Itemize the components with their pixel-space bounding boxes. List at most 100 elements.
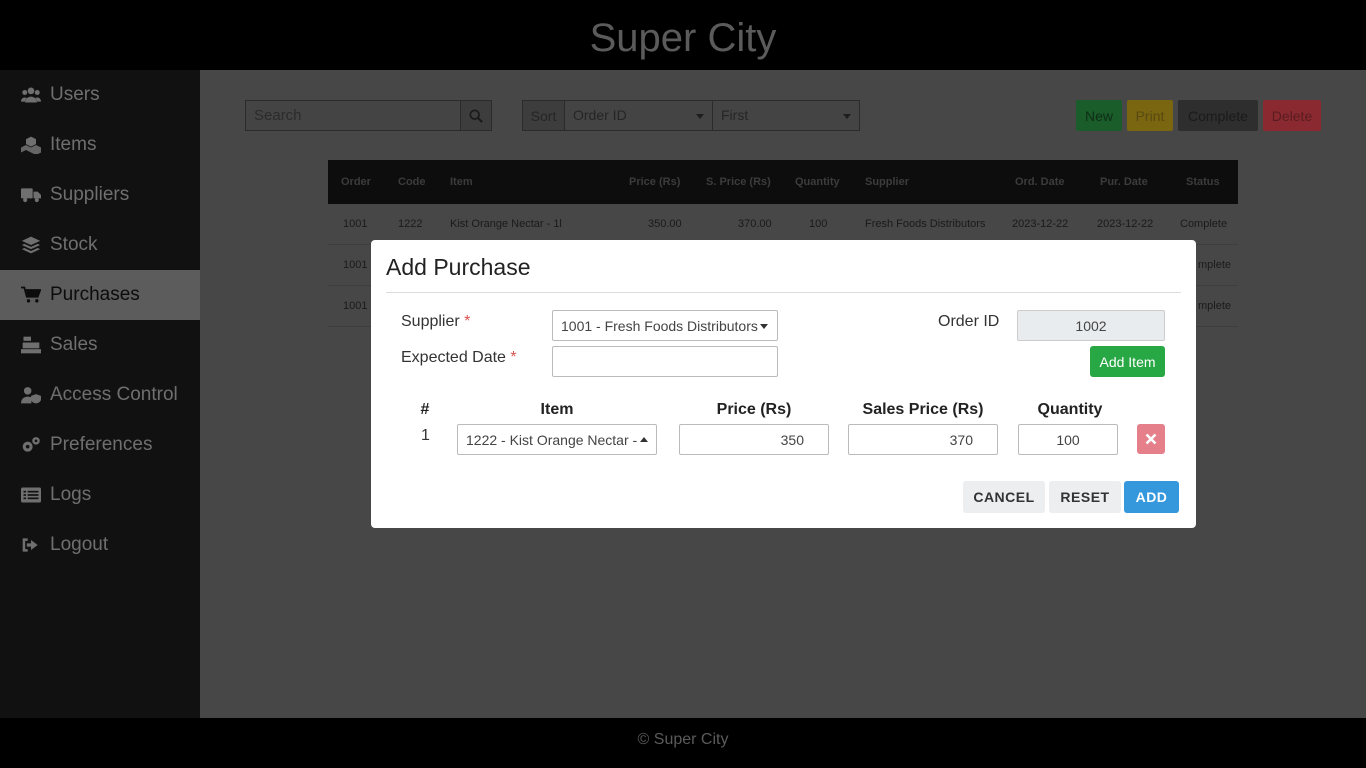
expected-date-field[interactable] xyxy=(552,346,778,377)
close-icon xyxy=(1145,433,1157,445)
dialog-title: Add Purchase xyxy=(386,254,531,280)
col-sales-price-header: Sales Price (Rs) xyxy=(862,401,984,418)
remove-line-button[interactable] xyxy=(1137,424,1165,454)
sidebar-item-purchases[interactable]: Purchases xyxy=(0,270,200,320)
col-order-date[interactable]: Ord. Date xyxy=(1015,176,1065,188)
sidebar-item-label: Preferences xyxy=(50,434,153,455)
order-id-label: Order ID xyxy=(938,313,1000,330)
dialog-divider xyxy=(386,292,1181,293)
sort-order-select[interactable]: First xyxy=(712,100,860,131)
sidebar-item-sales[interactable]: Sales xyxy=(0,320,200,370)
supplier-value: 1001 - Fresh Foods Distributors xyxy=(561,317,758,334)
line-number: 1 xyxy=(421,427,430,444)
reset-button[interactable]: RESET xyxy=(1049,481,1121,513)
search-placeholder: Search xyxy=(254,107,302,124)
col-code[interactable]: Code xyxy=(398,176,426,188)
col-price[interactable]: Price (Rs) xyxy=(629,176,680,188)
print-button[interactable]: Print xyxy=(1127,100,1173,131)
chevron-down-icon xyxy=(843,114,851,119)
chevron-down-icon xyxy=(696,114,704,119)
line-price-input[interactable]: 350 xyxy=(679,424,829,455)
app-footer: © Super City xyxy=(0,718,1366,768)
col-quantity[interactable]: Quantity xyxy=(795,176,840,188)
app-title: Super City xyxy=(589,16,777,60)
line-item-value: 1222 - Kist Orange Nectar - xyxy=(466,431,638,448)
sidebar-item-label: Logout xyxy=(50,534,109,555)
cash-register-icon xyxy=(20,335,42,355)
col-purchase-date[interactable]: Pur. Date xyxy=(1100,176,1148,188)
table-row[interactable]: 1001 1222 Kist Orange Nectar - 1l 350.00… xyxy=(328,204,1238,245)
users-icon xyxy=(20,85,42,105)
cell-status: Complete xyxy=(1180,218,1228,230)
line-quantity-input[interactable]: 100 xyxy=(1018,424,1118,455)
order-id-field: 1002 xyxy=(1017,310,1165,341)
delete-button[interactable]: Delete xyxy=(1263,100,1321,131)
new-button[interactable]: New xyxy=(1076,100,1122,131)
col-price-header: Price (Rs) xyxy=(716,401,792,418)
truck-icon xyxy=(20,185,42,205)
cell-price: 350.00 xyxy=(648,218,682,230)
col-quantity-header: Quantity xyxy=(1037,401,1103,418)
cell-item: Kist Orange Nectar - 1l xyxy=(450,218,562,230)
sidebar-item-label: Logs xyxy=(50,484,92,505)
line-price-value: 350 xyxy=(780,431,804,448)
col-sales-price[interactable]: S. Price (Rs) xyxy=(706,176,771,188)
sidebar-item-users[interactable]: Users xyxy=(0,70,200,120)
cell-purchase-date: 2023-12-22 xyxy=(1097,218,1154,230)
sidebar-item-stock[interactable]: Stock xyxy=(0,220,200,270)
search-button[interactable] xyxy=(460,100,492,131)
expected-date-label: Expected Date * xyxy=(401,349,517,367)
col-item[interactable]: Item xyxy=(450,176,473,188)
cell-order: 1001 xyxy=(343,300,368,312)
sidebar-item-items[interactable]: Items xyxy=(0,120,200,170)
required-mark: * xyxy=(510,349,517,366)
cart-icon xyxy=(20,285,42,305)
line-quantity-value: 100 xyxy=(1056,431,1080,448)
list-icon xyxy=(20,485,42,505)
table-header: Order Code Item Price (Rs) S. Price (Rs)… xyxy=(328,160,1238,204)
cell-quantity: 100 xyxy=(809,218,828,230)
sidebar-item-logout[interactable]: Logout xyxy=(0,520,200,570)
gears-icon xyxy=(20,435,42,455)
add-item-button[interactable]: Add Item xyxy=(1090,346,1165,377)
sidebar-item-access-control[interactable]: Access Control xyxy=(0,370,200,420)
sidebar-item-label: Items xyxy=(50,134,97,155)
sort-label: Sort xyxy=(522,100,565,131)
user-shield-icon xyxy=(20,385,42,405)
footer-copyright: © Super City xyxy=(637,731,729,748)
col-supplier[interactable]: Supplier xyxy=(865,176,909,188)
col-order[interactable]: Order xyxy=(341,176,371,188)
col-status[interactable]: Status xyxy=(1186,176,1220,188)
sidebar-item-label: Users xyxy=(50,84,100,105)
app-header: Super City xyxy=(0,0,1366,70)
search-input[interactable]: Search xyxy=(245,100,461,131)
cubes-icon xyxy=(20,135,42,155)
sort-field-value: Order ID xyxy=(573,107,627,123)
sidebar-item-suppliers[interactable]: Suppliers xyxy=(0,170,200,220)
line-item-select[interactable]: 1222 - Kist Orange Nectar - xyxy=(457,424,657,455)
cell-order: 1001 xyxy=(343,218,368,230)
expected-date-label-text: Expected Date xyxy=(401,349,506,366)
add-button[interactable]: ADD xyxy=(1124,481,1179,513)
sign-out-icon xyxy=(20,535,42,555)
line-sales-price-value: 370 xyxy=(949,431,973,448)
sidebar-item-logs[interactable]: Logs xyxy=(0,470,200,520)
cell-supplier: Fresh Foods Distributors xyxy=(865,218,986,230)
complete-button[interactable]: Complete xyxy=(1178,100,1258,131)
cell-order-date: 2023-12-22 xyxy=(1012,218,1069,230)
sidebar: Users Items Suppliers Stock Purchases Sa… xyxy=(0,70,200,718)
required-mark: * xyxy=(464,313,471,330)
cell-order: 1001 xyxy=(343,259,368,271)
order-id-value: 1002 xyxy=(1075,317,1107,334)
sidebar-item-preferences[interactable]: Preferences xyxy=(0,420,200,470)
chevron-up-icon xyxy=(640,437,648,442)
sidebar-item-label: Stock xyxy=(50,234,98,255)
supplier-select[interactable]: 1001 - Fresh Foods Distributors xyxy=(552,310,778,341)
sort-field-select[interactable]: Order ID xyxy=(564,100,713,131)
search-icon xyxy=(469,108,483,123)
col-item-header: Item xyxy=(540,401,574,418)
chevron-down-icon xyxy=(760,324,768,329)
sidebar-item-label: Sales xyxy=(50,334,98,355)
line-sales-price-input[interactable]: 370 xyxy=(848,424,998,455)
cancel-button[interactable]: CANCEL xyxy=(963,481,1045,513)
